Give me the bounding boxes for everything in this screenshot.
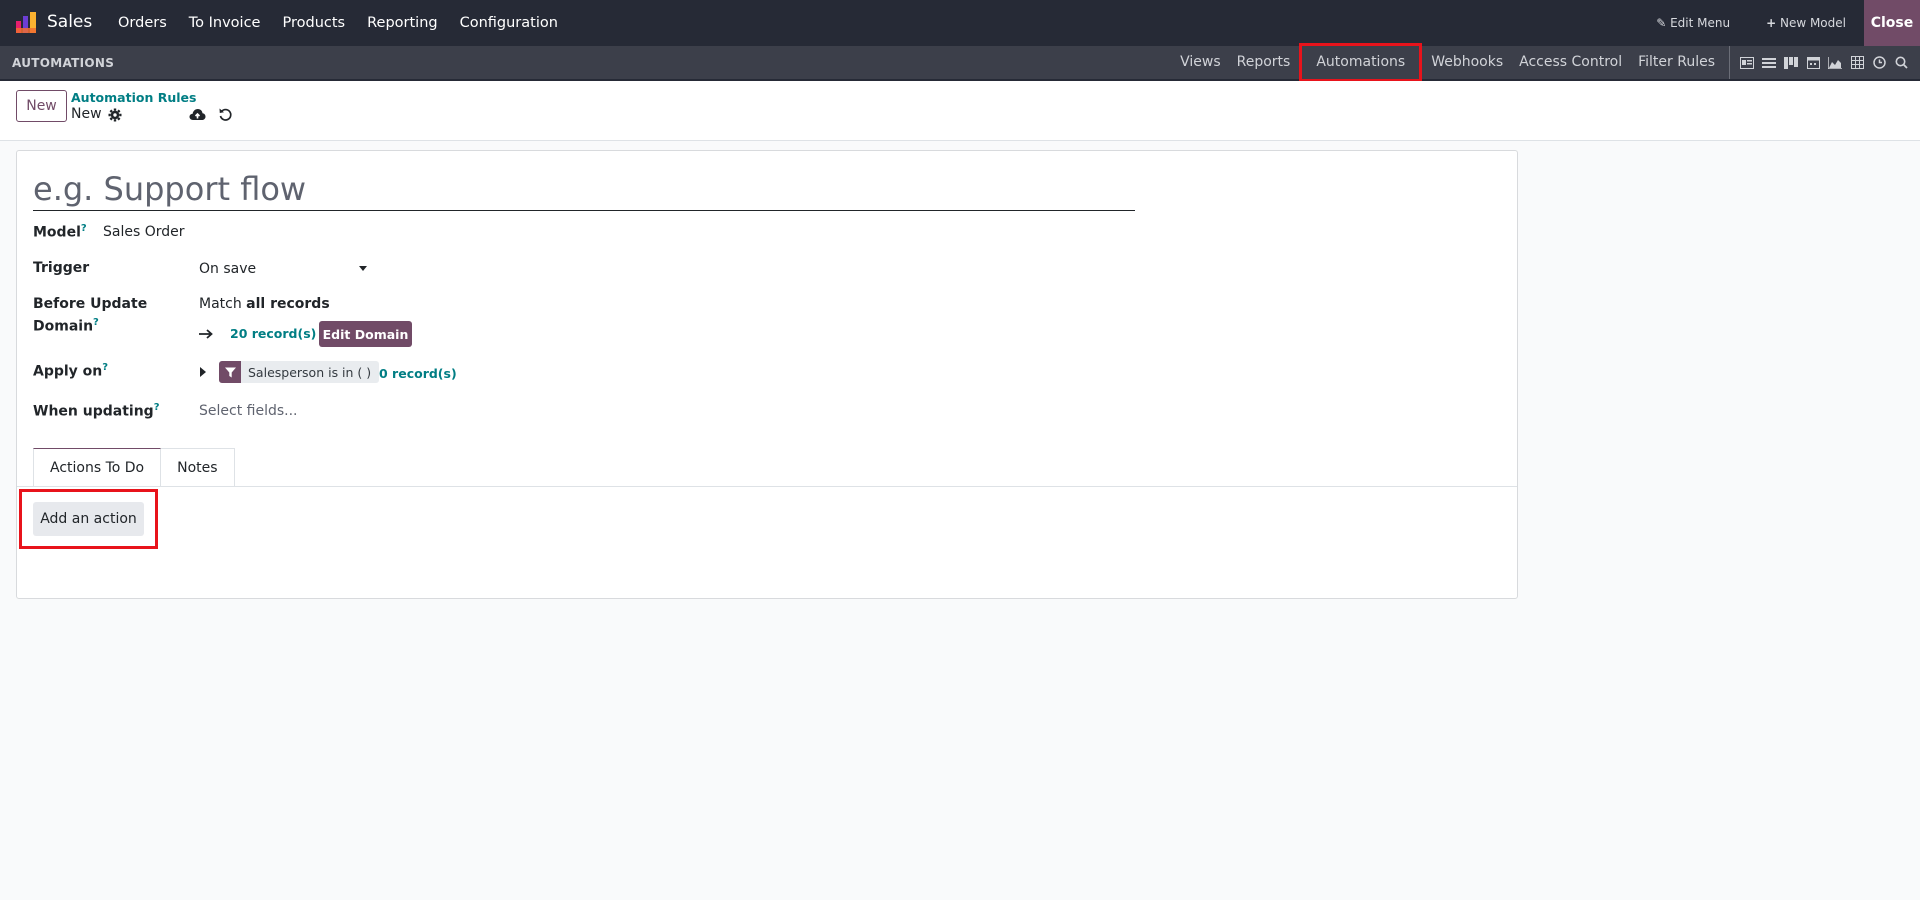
before-update-label-domain-text: Domain [33,318,94,335]
studio-filter-rules[interactable]: Filter Rules [1630,46,1723,79]
when-updating-fields-input[interactable]: Select fields... [199,403,298,419]
main-navbar: Sales Orders To Invoice Products Reporti… [0,0,1920,46]
top-menu: Orders To Invoice Products Reporting Con… [107,0,569,46]
match-text: Match all records [199,296,330,312]
form-sheet: Model? Sales Order Trigger On save Befor… [16,150,1518,599]
breadcrumb-current: New [71,106,102,122]
kanban-view-icon[interactable] [1780,46,1802,79]
breadcrumb-automation-rules[interactable]: Automation Rules [71,90,196,105]
before-update-label: Before Update [33,296,148,312]
before-domain-records-link[interactable]: 20 record(s) [230,326,316,341]
apply-on-label: Apply on? [33,362,108,380]
match-prefix: Match [199,296,242,312]
when-updating-help-icon[interactable]: ? [154,402,160,413]
edit-domain-button[interactable]: Edit Domain [319,321,412,347]
notebook-tabs: Actions To Do Notes [33,448,235,487]
when-updating-label-text: When updating [33,403,154,420]
plus-icon: + [1766,16,1777,30]
gear-icon[interactable] [108,108,122,122]
model-help-icon[interactable]: ? [81,223,87,234]
model-label-text: Model [33,224,81,241]
tab-actions-to-do[interactable]: Actions To Do [33,448,162,487]
when-updating-label: When updating? [33,402,160,420]
new-record-button[interactable]: New [16,90,67,122]
trigger-value: On save [199,260,257,277]
domain-chip-text: Salesperson is in ( ) [248,364,372,380]
studio-subbar: AUTOMATIONS Views Reports Automations We… [0,43,1920,82]
list-view-icon[interactable] [1758,46,1780,79]
graph-view-icon[interactable] [1824,46,1846,79]
studio-menu: Views Reports Automations Webhooks Acces… [1172,43,1723,82]
apply-on-records-link[interactable]: 0 record(s) [379,366,457,381]
caret-right-icon[interactable] [200,367,206,377]
view-switcher [1729,46,1912,79]
studio-automations[interactable]: Automations [1299,43,1423,82]
pivot-view-icon[interactable] [1846,46,1868,79]
add-action-button[interactable]: Add an action [33,502,144,536]
model-label: Model? [33,223,87,241]
tab-divider [17,486,1517,487]
before-update-help-icon[interactable]: ? [93,317,99,328]
activity-view-icon[interactable] [1868,46,1890,79]
model-value: Sales Order [103,224,185,240]
edit-menu-button[interactable]: ✎ Edit Menu [1638,0,1748,46]
filter-icon [219,361,241,383]
menu-reporting[interactable]: Reporting [356,0,449,46]
undo-icon[interactable] [218,107,233,122]
app-name[interactable]: Sales [47,12,92,32]
apply-on-help-icon[interactable]: ? [102,362,108,373]
edit-menu-label: Edit Menu [1670,16,1731,30]
trigger-label: Trigger [33,260,90,276]
studio-access-control[interactable]: Access Control [1511,46,1630,79]
pencil-icon: ✎ [1656,16,1667,30]
form-view-icon[interactable] [1736,46,1758,79]
new-model-button[interactable]: + New Model [1748,0,1864,46]
match-value: all records [246,296,330,312]
control-panel: New Automation Rules New [0,81,1920,141]
arrow-right-icon [199,329,213,339]
sales-app-icon[interactable] [14,11,38,35]
studio-reports[interactable]: Reports [1229,46,1299,79]
close-button[interactable]: Close [1864,0,1920,46]
before-update-label-domain: Domain? [33,317,99,335]
search-icon[interactable] [1890,46,1912,79]
menu-products[interactable]: Products [271,0,356,46]
tab-notes[interactable]: Notes [161,448,235,487]
menu-orders[interactable]: Orders [107,0,178,46]
menu-to-invoice[interactable]: To Invoice [178,0,272,46]
apply-on-label-text: Apply on [33,363,103,380]
studio-webhooks[interactable]: Webhooks [1423,46,1511,79]
new-model-label: New Model [1779,16,1846,30]
caret-down-icon [359,266,367,271]
trigger-select[interactable]: On save [199,258,367,280]
top-right-actions: ✎ Edit Menu + New Model Close [1638,0,1920,46]
subbar-title: AUTOMATIONS [12,56,115,70]
domain-chip[interactable]: Salesperson is in ( ) [219,361,380,383]
menu-configuration[interactable]: Configuration [449,0,569,46]
studio-views[interactable]: Views [1172,46,1229,79]
calendar-view-icon[interactable] [1802,46,1824,79]
cloud-upload-icon[interactable] [189,107,206,122]
automation-name-input[interactable] [33,167,1135,211]
